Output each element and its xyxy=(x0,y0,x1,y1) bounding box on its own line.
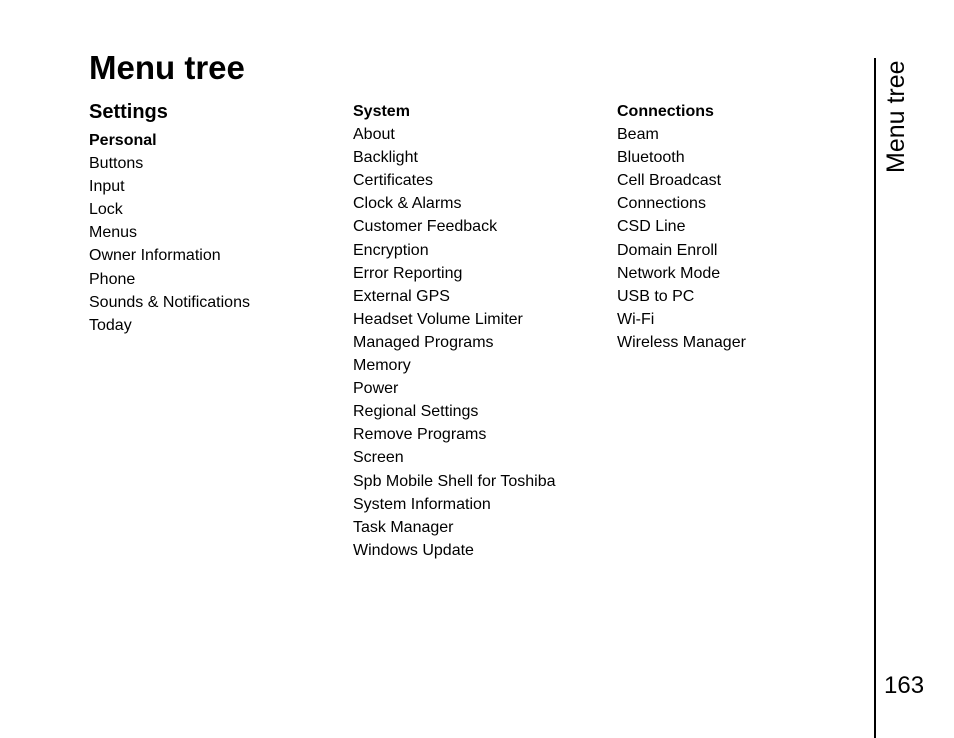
menu-tree-item: Input xyxy=(89,178,125,196)
menu-tree-item: Error Reporting xyxy=(353,264,463,282)
menu-tree-item: Power xyxy=(353,380,399,398)
menu-tree-item: Owner Information xyxy=(89,247,221,265)
menu-tree-item: System Information xyxy=(353,495,491,513)
menu-tree-item: Memory xyxy=(353,357,411,375)
menu-tree-item: Phone xyxy=(89,270,136,288)
connections-group-title: Connections xyxy=(617,103,714,120)
menu-tree-item: Buttons xyxy=(89,155,144,173)
menu-tree-item: External GPS xyxy=(353,287,450,305)
side-divider xyxy=(874,58,876,738)
menu-tree-item: Screen xyxy=(353,449,404,467)
side-section-label-text: Menu tree xyxy=(882,60,910,173)
menu-tree-item: Remove Programs xyxy=(353,426,487,444)
menu-tree-item: Connections xyxy=(617,195,706,213)
personal-list: Buttons Input Lock Menus Owner Information Ph… xyxy=(89,152,250,337)
menu-tree-item: Cell Broadcast xyxy=(617,172,722,190)
page-title: Menu tree xyxy=(89,49,245,86)
menu-tree-item: Beam xyxy=(617,126,659,144)
menu-tree-item: Task Manager xyxy=(353,518,454,536)
page-number: 163 xyxy=(884,672,925,699)
connections-column: Connections Beam Bluetooth Cell Broadcast C… xyxy=(617,100,746,354)
connections-list: Beam Bluetooth Cell Broadcast Connections CS… xyxy=(617,123,746,354)
menu-tree-item: Today xyxy=(89,316,132,334)
menu-tree-item: Sounds & Notifications xyxy=(89,293,250,311)
menu-tree-item: Domain Enroll xyxy=(617,241,718,259)
menu-tree-item: USB to PC xyxy=(617,287,695,305)
menu-tree-item: Regional Settings xyxy=(353,403,479,421)
menu-tree-item: Wireless Manager xyxy=(617,333,746,351)
menu-tree-item: Clock & Alarms xyxy=(353,195,462,213)
menu-tree-item: Certificates xyxy=(353,172,434,190)
menu-tree-item: Headset Volume Limiter xyxy=(353,310,523,328)
menu-tree-item: CSD Line xyxy=(617,218,686,236)
menu-tree-item: Customer Feedback xyxy=(353,218,498,236)
menu-tree-item: Managed Programs xyxy=(353,333,494,351)
menu-tree-item: Spb Mobile Shell for Toshiba xyxy=(353,472,556,490)
menu-tree-item: Lock xyxy=(89,201,123,219)
personal-column: Personal Buttons Input Lock Menus Owner Info… xyxy=(89,129,250,337)
menu-tree-item: Windows Update xyxy=(353,541,474,559)
system-group-title: System xyxy=(353,103,410,120)
menu-tree-item: Bluetooth xyxy=(617,149,685,167)
side-section-label: Menu tree xyxy=(882,58,910,173)
menu-tree-item: Wi-Fi xyxy=(617,310,655,328)
menu-tree-item: Network Mode xyxy=(617,264,721,282)
settings-heading: Settings xyxy=(89,101,168,123)
menu-tree-item: Menus xyxy=(89,224,138,242)
personal-group-title: Personal xyxy=(89,132,157,149)
system-list: About Backlight Certificates Clock & Alarms… xyxy=(353,123,556,562)
menu-tree-item: Backlight xyxy=(353,149,418,167)
menu-tree-item: Encryption xyxy=(353,241,429,259)
menu-tree-item: About xyxy=(353,126,395,144)
system-column: System About Backlight Certificates Clock &… xyxy=(353,100,556,562)
